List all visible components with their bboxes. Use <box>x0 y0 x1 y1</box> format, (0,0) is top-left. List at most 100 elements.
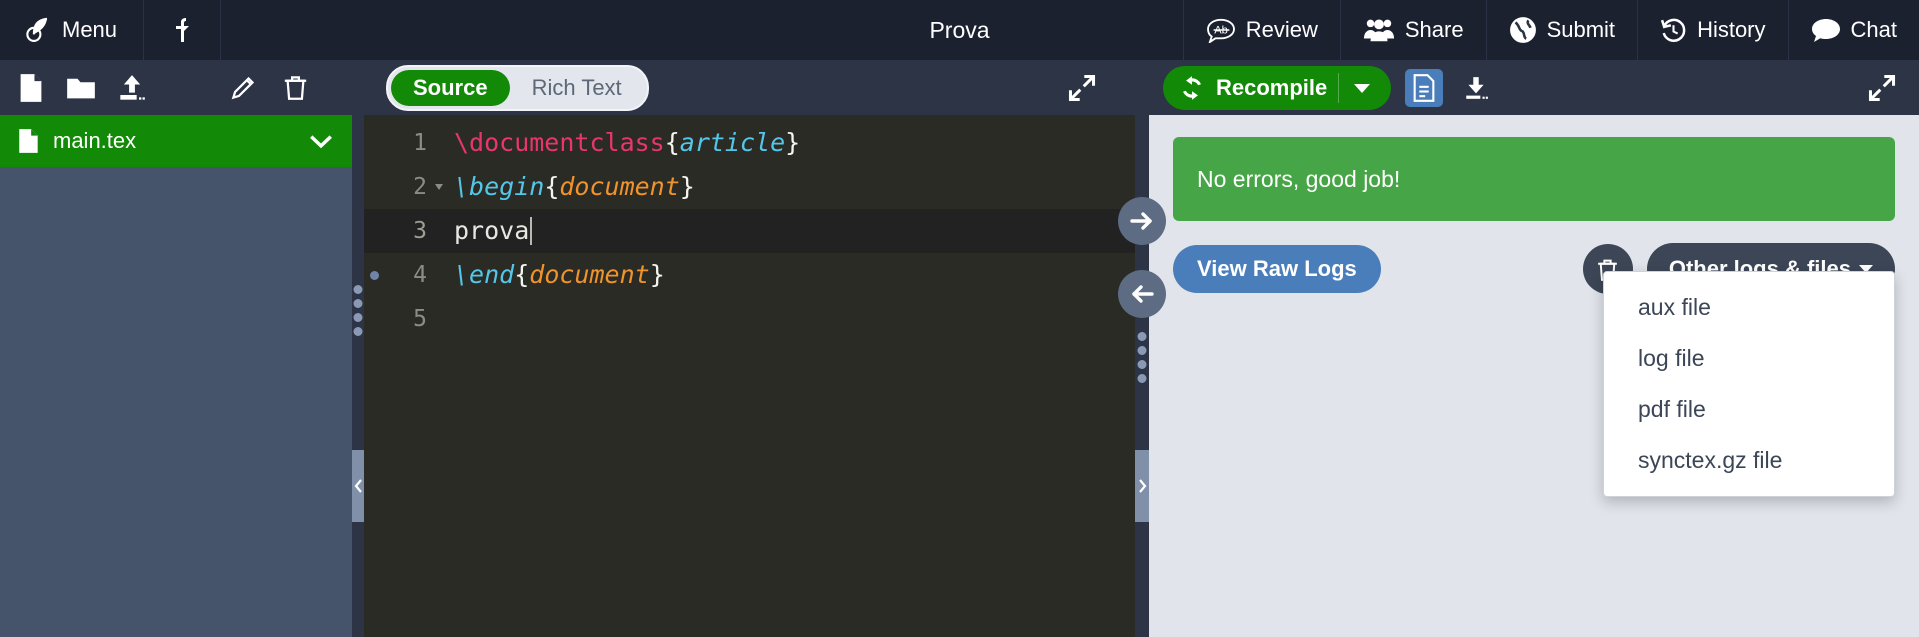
pdf-view-toggle-button[interactable] <box>1405 68 1444 107</box>
submit-button[interactable]: Submit <box>1487 0 1639 60</box>
editor-mode-toggle[interactable]: Source Rich Text <box>386 64 649 111</box>
line-number: 4 <box>364 253 440 297</box>
main-content: main.tex Source Rich Text 1 2 3 4 5 \doc… <box>0 60 1919 637</box>
upload-arrow-icon <box>170 17 194 43</box>
nav-spacer <box>221 0 1184 60</box>
latex-command: \documentclass <box>454 128 665 157</box>
collapse-file-tree-button[interactable] <box>352 450 364 522</box>
latex-argument: document <box>559 172 680 201</box>
file-tree-panel: main.tex <box>0 60 352 637</box>
document-pdf-icon <box>1412 73 1436 102</box>
latex-command: \begin <box>454 172 545 201</box>
file-icon <box>18 128 40 154</box>
new-file-icon[interactable] <box>18 73 44 103</box>
trash-delete-icon[interactable] <box>283 74 308 101</box>
line-number: 5 <box>413 306 427 332</box>
file-tree-toolbar <box>0 60 352 115</box>
pdf-expand-button[interactable] <box>1867 73 1905 103</box>
download-icon <box>1463 75 1489 101</box>
code-line-2[interactable]: \begin{document} <box>440 165 1135 209</box>
tab-rich-text[interactable]: Rich Text <box>510 70 644 106</box>
file-tree-edit-group <box>230 74 334 101</box>
history-button[interactable]: History <box>1638 0 1789 60</box>
compile-logs-area: No errors, good job! View Raw Logs Other… <box>1149 115 1919 637</box>
text-cursor <box>530 217 533 245</box>
menu-button[interactable]: Menu <box>0 0 145 60</box>
line-number: 2 <box>364 165 443 209</box>
line-number: 1 <box>413 130 427 156</box>
upload-file-icon[interactable] <box>118 74 146 102</box>
review-label: Review <box>1245 17 1318 42</box>
menu-item-aux-file[interactable]: aux file <box>1604 282 1894 333</box>
file-tree-item-label: main.tex <box>53 128 137 153</box>
fold-toggle-icon[interactable] <box>435 184 443 190</box>
splitter-grip[interactable] <box>353 285 363 336</box>
other-logs-dropdown-menu[interactable]: aux file log file pdf file synctex.gz fi… <box>1603 271 1895 497</box>
overleaf-logo-icon <box>22 15 52 45</box>
view-raw-logs-button[interactable]: View Raw Logs <box>1173 245 1381 293</box>
recompile-options-button[interactable] <box>1338 72 1387 103</box>
brace-open: { <box>514 260 530 289</box>
latex-argument: document <box>529 260 650 289</box>
file-tree-item-main-tex[interactable]: main.tex <box>0 115 352 167</box>
compile-success-message: No errors, good job! <box>1197 165 1401 192</box>
new-folder-icon[interactable] <box>66 75 96 101</box>
menu-item-synctex-file[interactable]: synctex.gz file <box>1604 435 1894 486</box>
pencil-rename-icon[interactable] <box>230 74 257 101</box>
collapse-pdf-button[interactable] <box>1135 450 1149 522</box>
line-number-label: 4 <box>413 262 427 288</box>
top-navigation: Menu Ab Review Share Submit History Chat <box>0 0 1919 60</box>
editor-expand-button[interactable] <box>1067 73 1119 103</box>
pdf-preview-panel: Recompile No errors, good job! View Raw … <box>1149 60 1919 637</box>
menu-label: Menu <box>62 17 118 42</box>
code-line-1[interactable]: \documentclass{article} <box>440 121 1135 165</box>
menu-item-pdf-file[interactable]: pdf file <box>1604 384 1894 435</box>
chevron-left-icon <box>354 478 363 494</box>
chat-bubble-icon <box>1811 17 1841 43</box>
line-number-label: 2 <box>413 174 427 200</box>
tab-source[interactable]: Source <box>391 69 510 106</box>
chevron-down-icon <box>1353 82 1371 94</box>
history-clock-icon <box>1660 17 1687 44</box>
brace-close: } <box>649 260 665 289</box>
code-line-3[interactable]: prova <box>440 209 1135 253</box>
brace-close: } <box>785 128 801 157</box>
brace-open: { <box>544 172 560 201</box>
code-line-4[interactable]: \end{document} <box>440 253 1135 297</box>
chat-label: Chat <box>1850 17 1897 42</box>
code-line-5[interactable] <box>440 297 1135 341</box>
pdf-toolbar: Recompile <box>1149 60 1919 115</box>
recompile-button[interactable]: Recompile <box>1163 65 1392 110</box>
splitter-grip[interactable] <box>1137 332 1147 383</box>
brace-close: } <box>679 172 695 201</box>
latex-command: \end <box>454 260 515 289</box>
code-editor-panel: Source Rich Text 1 2 3 4 5 \documentclas… <box>364 60 1135 637</box>
latex-argument: article <box>679 128 786 157</box>
expand-arrows-icon <box>1867 73 1897 103</box>
file-tree-create-group <box>18 73 146 103</box>
file-tree-empty-area <box>0 167 352 637</box>
code-lines[interactable]: \documentclass{article} \begin{document}… <box>440 115 1135 637</box>
refresh-icon <box>1179 75 1205 101</box>
editor-pdf-splitter[interactable] <box>1118 60 1166 637</box>
menu-item-log-file[interactable]: log file <box>1604 333 1894 384</box>
publish-upload-button[interactable] <box>144 0 222 60</box>
line-marker-dot <box>370 271 379 280</box>
editor-left-splitter[interactable] <box>352 60 364 637</box>
share-button[interactable]: Share <box>1341 0 1487 60</box>
chevron-down-icon[interactable] <box>308 132 334 150</box>
code-text: prova <box>454 216 530 245</box>
history-label: History <box>1697 17 1766 42</box>
submit-label: Submit <box>1546 17 1616 42</box>
download-pdf-button[interactable] <box>1457 69 1495 107</box>
share-label: Share <box>1404 17 1464 42</box>
code-area[interactable]: 1 2 3 4 5 \documentclass{article} \begin… <box>364 115 1135 637</box>
review-button[interactable]: Ab Review <box>1184 0 1341 60</box>
review-ab-bubble-icon: Ab <box>1206 17 1236 43</box>
submit-globe-icon <box>1509 16 1537 44</box>
editor-toolbar: Source Rich Text <box>364 60 1135 115</box>
compile-success-banner: No errors, good job! <box>1173 137 1895 221</box>
chat-button[interactable]: Chat <box>1789 0 1919 60</box>
brace-open: { <box>664 128 680 157</box>
nav-right-group: Ab Review Share Submit History Chat <box>1184 0 1919 60</box>
